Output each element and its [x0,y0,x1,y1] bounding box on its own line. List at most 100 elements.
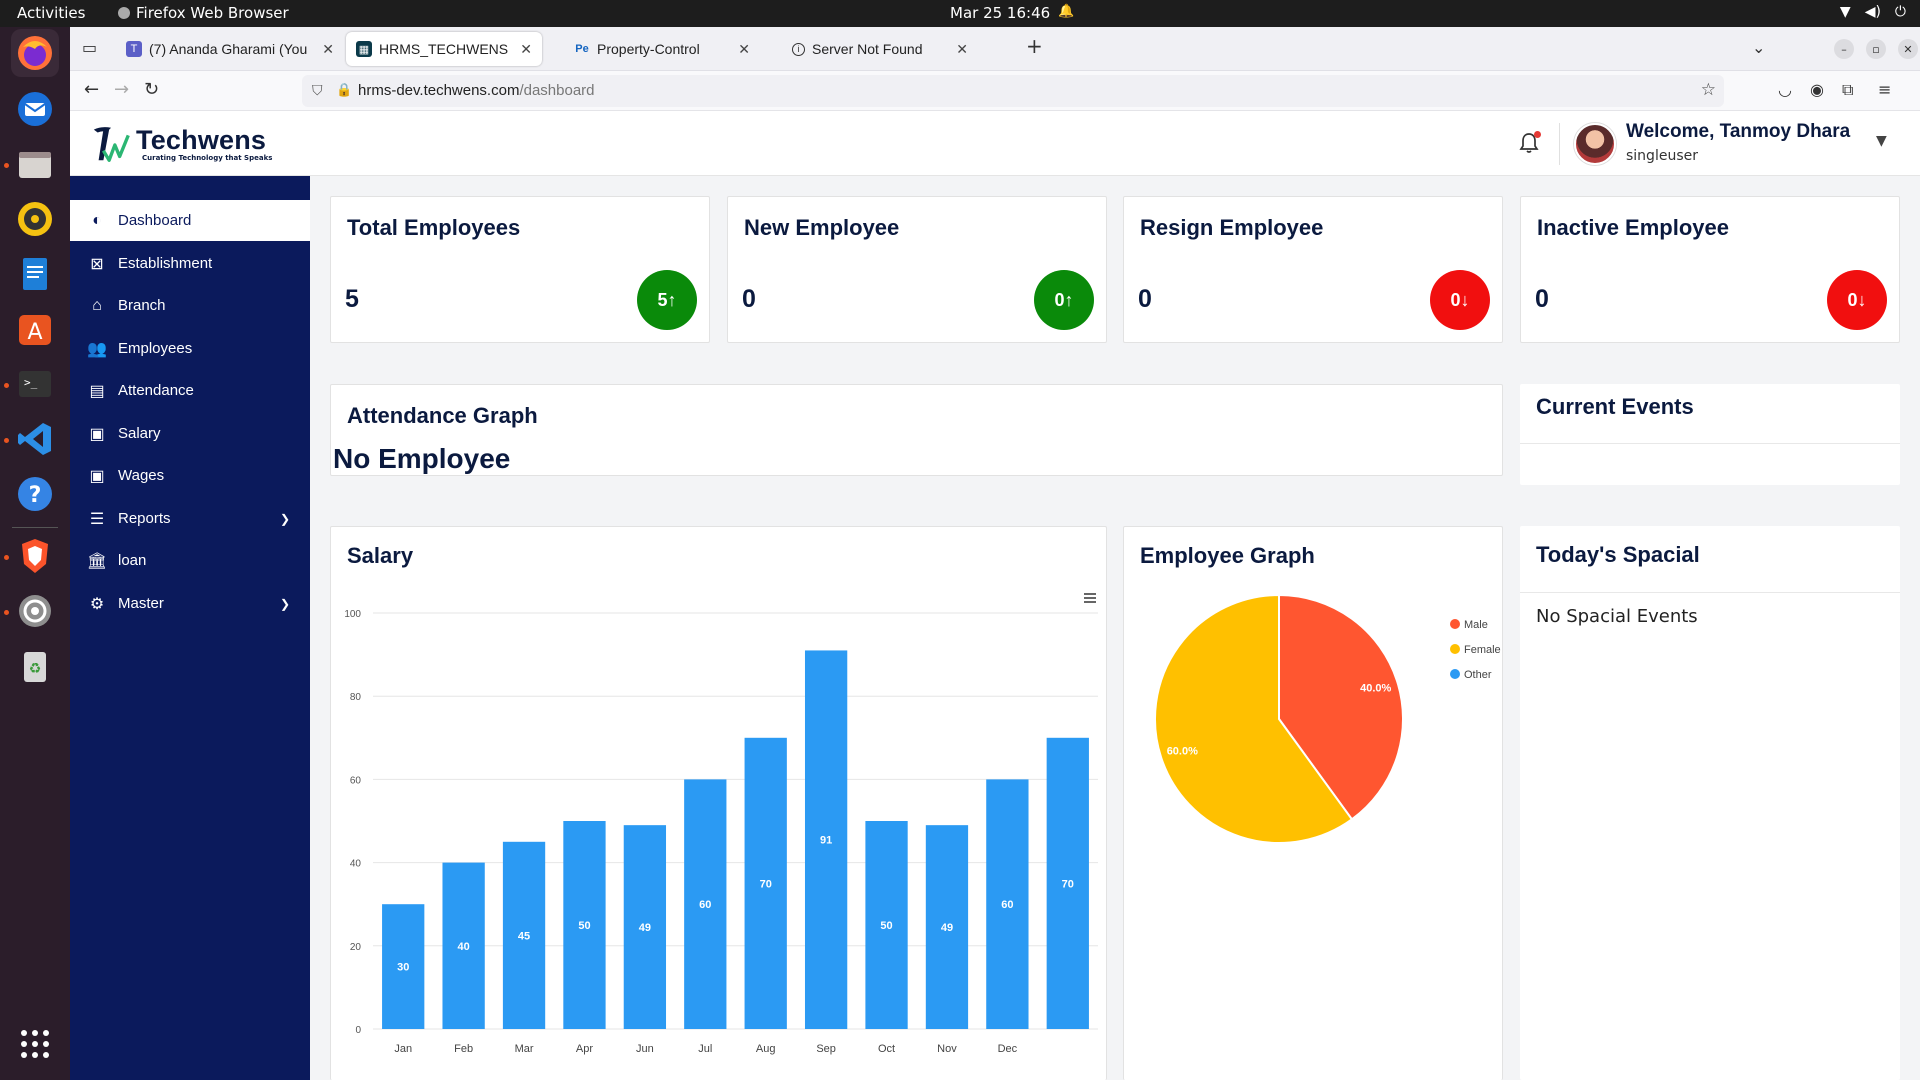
sidebar-item-loan[interactable]: 🏛 loan [70,540,310,581]
legend-swatch [1450,669,1460,679]
attendance-title: Attendance Graph [347,403,538,428]
extensions-icon[interactable]: ⧉ [1842,80,1853,100]
techwens-logo[interactable]: Techwens Curating Technology that Speaks [90,121,272,167]
rhythmbox-icon[interactable] [11,195,59,243]
close-icon[interactable]: ✕ [956,41,968,58]
files-icon[interactable] [11,140,59,188]
terminal-icon[interactable]: >_ [11,360,59,408]
back-icon[interactable]: ← [84,79,99,100]
close-icon[interactable]: ✕ [738,41,750,58]
tab-property-control[interactable]: Pe Property-Control ✕ [564,32,760,66]
calendar-icon: ▤ [89,382,105,400]
stat-value: 5 [345,285,359,313]
forward-icon[interactable]: → [114,79,129,100]
y-tick-label: 40 [350,859,362,870]
close-icon[interactable]: ✕ [322,41,334,58]
url-text[interactable]: hrms-dev.techwens.com/dashboard [358,82,595,99]
brave-icon[interactable] [11,532,59,580]
sidebar-item-label: Branch [118,297,166,314]
activities-button[interactable]: Activities [17,4,85,22]
browser-tabbar: ▭ T (7) Ananda Gharami (You ✕ ▦ HRMS_TEC… [70,27,1920,71]
sidebar-item-employees[interactable]: 👥 Employees [70,328,310,369]
bar-value-label: 30 [397,962,409,974]
app-center-icon[interactable]: A [11,305,59,353]
sidebar-item-attendance[interactable]: ▤ Attendance [70,370,310,411]
pocket-icon[interactable]: ◡ [1778,80,1792,99]
app-menu[interactable]: Firefox Web Browser [118,4,289,22]
bookmark-star-icon[interactable]: ☆ [1701,80,1716,100]
system-tray[interactable]: ▼ ◀) ⏻ [1840,4,1906,20]
building-icon: ⌂ [92,296,102,314]
todays-special-card: Today's Spacial No Spacial Events [1520,526,1900,1080]
stat-title: Inactive Employee [1537,215,1729,240]
reload-icon[interactable]: ↻ [144,79,159,100]
sidebar: ◐ Dashboard ⊠ Establishment ⌂ Branch 👥 E… [70,176,310,1080]
divider [1559,123,1560,165]
shield-icon[interactable]: ⛉ [312,82,323,99]
close-icon[interactable]: ✕ [520,41,532,58]
user-menu-caret-icon[interactable]: ▼ [1876,133,1887,149]
special-empty-text: No Spacial Events [1536,606,1698,627]
tab-list-icon[interactable]: ▭ [82,38,97,57]
employee-pie-chart: 40.0% 60.0% Male Female Other [1154,593,1501,844]
sidebar-item-master[interactable]: ⚙ Master ❯ [70,583,310,624]
bank-icon: 🏛 [86,552,108,570]
sidebar-item-branch[interactable]: ⌂ Branch [70,285,310,326]
sidebar-item-label: Master [118,595,164,612]
power-icon: ⏻ [1894,4,1906,20]
firefox-icon[interactable] [11,29,59,77]
legend-label[interactable]: Female [1464,644,1501,656]
minimize-icon[interactable]: – [1834,39,1854,59]
bar-value-label: 40 [458,941,470,953]
welcome-text: Welcome, Tanmoy Dhara [1626,121,1851,142]
trash-icon[interactable]: ♻ [11,642,59,690]
stat-badge: 0↓ [1827,270,1887,330]
new-tab-icon[interactable]: + [1026,34,1043,58]
settings-icon[interactable] [11,587,59,635]
account-icon[interactable]: ◉ [1810,80,1824,99]
legend-label[interactable]: Other [1464,669,1492,681]
sidebar-item-establishment[interactable]: ⊠ Establishment [70,243,310,284]
sidebar-item-wages[interactable]: ▣ Wages [70,455,310,496]
sidebar-item-salary[interactable]: ▣ Salary [70,413,310,454]
list-tabs-chevron-icon[interactable]: ⌄ [1752,38,1765,57]
divider [1520,592,1900,593]
bar-value-label: 70 [1062,878,1074,890]
ticket-icon: ⊠ [90,255,104,273]
menu-icon[interactable]: ≡ [1878,80,1891,99]
bar-value-label: 45 [518,930,530,942]
writer-icon[interactable] [11,250,59,298]
notification-bell[interactable] [1517,131,1541,155]
clock[interactable]: Mar 25 16:46 [950,4,1050,22]
pe-icon: Pe [575,43,589,55]
window-close-icon[interactable]: ✕ [1898,39,1918,59]
stat-value: 0 [1138,285,1152,313]
help-icon[interactable]: ? [11,470,59,518]
techwens-logo-mark-icon [93,127,130,162]
current-events-card: Current Events [1520,384,1900,485]
avatar[interactable] [1574,123,1616,165]
chart-menu-icon[interactable] [1084,593,1096,603]
sidebar-item-dashboard[interactable]: ◐ Dashboard [70,200,310,241]
y-tick-label: 100 [344,609,361,620]
stat-badge: 5↑ [637,270,697,330]
vscode-icon[interactable] [11,415,59,463]
lock-icon[interactable]: 🔒 [336,82,352,98]
show-apps-icon[interactable] [11,1020,59,1068]
stat-title: Resign Employee [1140,215,1324,240]
tab-teams[interactable]: T (7) Ananda Gharami (You ✕ [116,32,344,66]
salary-card: Salary 0 20 40 60 80 100 30 Jan 40 Feb 45 Mar 50 Apr 4… [330,526,1107,1080]
bar-value-label: 60 [1001,899,1013,911]
restore-icon[interactable]: ▫ [1866,39,1886,59]
legend-swatch [1450,644,1460,654]
palette-icon: ◐ [92,211,102,229]
thunderbird-icon[interactable] [11,85,59,133]
sidebar-item-reports[interactable]: ☰ Reports ❯ [70,498,310,539]
stat-title: Total Employees [347,215,521,240]
dock: A >_ ? ♻ [0,27,70,1080]
url-bar[interactable]: ⛉ 🔒 hrms-dev.techwens.com/dashboard ☆ [302,75,1724,107]
tab-server-not-found[interactable]: i Server Not Found ✕ [782,32,978,66]
tab-hrms[interactable]: ▦ HRMS_TECHWENS ✕ [346,32,542,66]
legend-label[interactable]: Male [1464,619,1488,631]
sidebar-item-label: Wages [118,467,165,484]
